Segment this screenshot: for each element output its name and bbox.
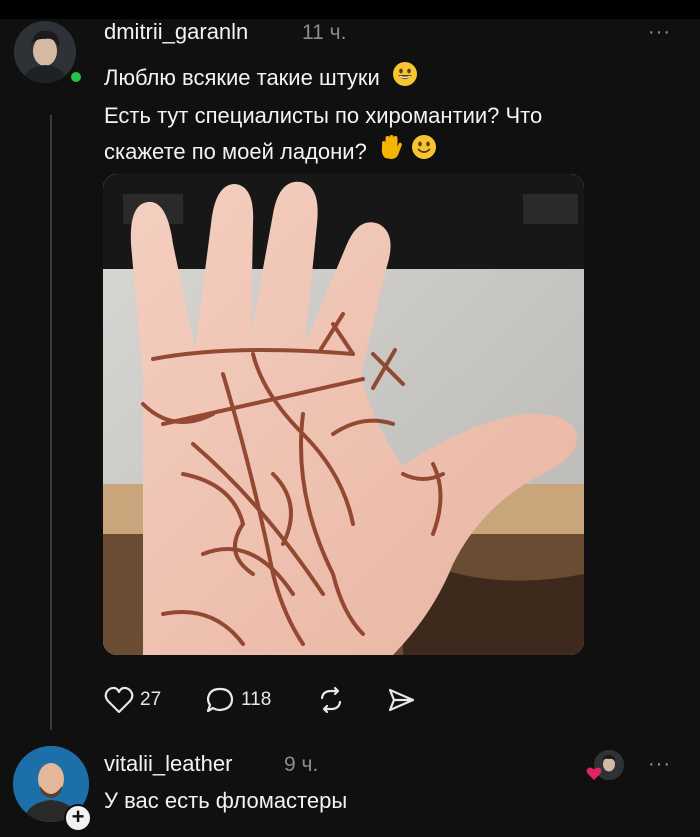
post-photo[interactable] [103, 174, 584, 655]
smiling-face-icon [411, 134, 437, 171]
grinning-face-icon [392, 61, 418, 98]
heart-icon [104, 686, 134, 714]
author-avatar[interactable] [14, 21, 76, 83]
post-time: 11 ч. [302, 21, 347, 44]
share-button[interactable] [386, 686, 416, 714]
top-bar [0, 0, 700, 19]
thread-line [50, 115, 52, 730]
post-text-line: Люблю всякие такие штуки [104, 60, 684, 98]
follow-plus-icon[interactable]: + [64, 804, 92, 832]
post-text-line: Есть тут специалисты по хиромантии? Что [104, 102, 543, 128]
post-text: Люблю всякие такие штуки Есть тут специа… [104, 60, 684, 171]
post-more-button[interactable]: ··· [648, 21, 671, 44]
reply-text: У вас есть фломастеры [104, 788, 348, 813]
post-author-name[interactable]: dmitrii_garanln [104, 19, 248, 45]
repost-icon [320, 686, 342, 714]
like-button[interactable]: 27 [104, 686, 161, 714]
comment-count: 118 [241, 689, 272, 710]
like-count: 27 [140, 689, 162, 710]
author-avatar-picture [14, 21, 76, 83]
reply-author-name[interactable]: vitalii_leather [104, 751, 232, 777]
share-icon [388, 688, 415, 712]
raised-hand-icon [379, 134, 403, 171]
comment-button[interactable]: 118 [205, 686, 271, 714]
post-text-line: скажете по моей ладони? [104, 134, 684, 172]
liked-heart-icon [586, 767, 602, 780]
repost-button[interactable] [316, 686, 346, 714]
online-status-dot [69, 70, 83, 84]
reply-more-button[interactable]: ··· [648, 753, 671, 776]
palm-photo [103, 174, 584, 655]
reply-time: 9 ч. [284, 753, 319, 776]
comment-icon [206, 687, 234, 713]
